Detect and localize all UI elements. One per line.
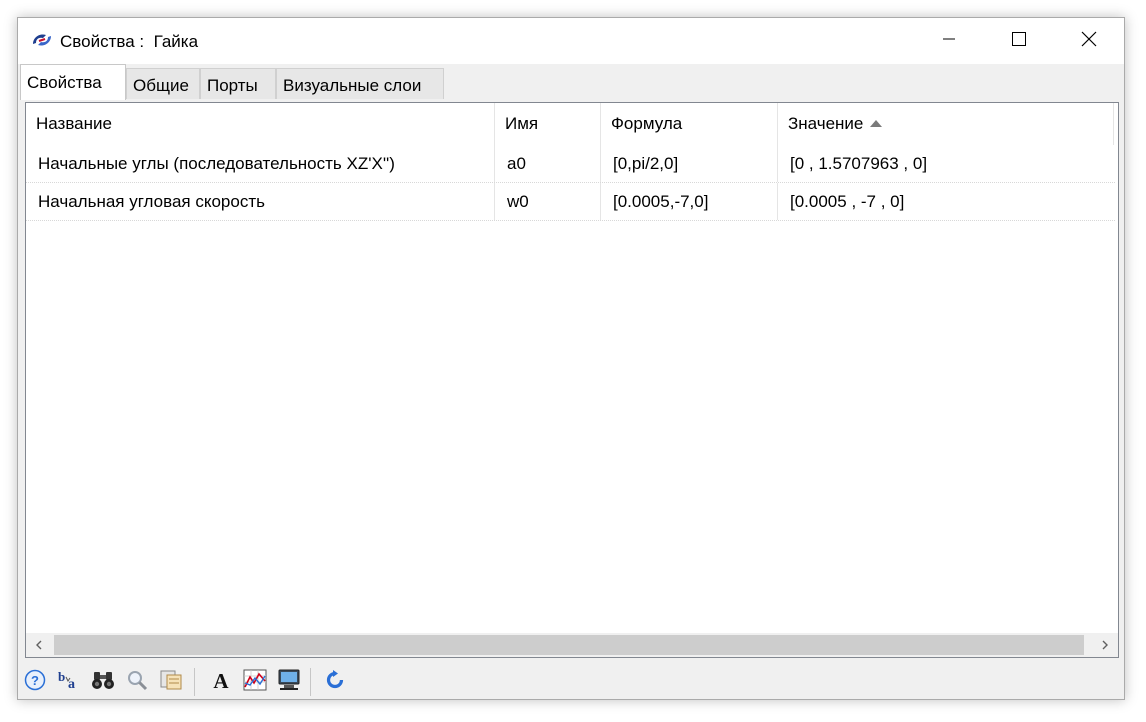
refresh-icon [324, 669, 346, 696]
tab-properties[interactable]: Свойства [20, 64, 126, 100]
cell-formula[interactable]: [0,pi/2,0] [601, 145, 778, 182]
help-icon: ? [24, 669, 46, 696]
rename-icon: ba [57, 669, 81, 696]
tab-label: Порты [207, 76, 258, 95]
scroll-right-button[interactable] [1092, 633, 1118, 657]
magnifier-icon [126, 669, 148, 696]
cell-name: Начальная угловая скорость [26, 183, 495, 220]
window-title: Свойства : Гайка [60, 32, 198, 52]
tab-ports[interactable]: Порты [200, 68, 276, 99]
chevron-right-icon [1100, 635, 1110, 655]
tab-general[interactable]: Общие [126, 68, 200, 99]
tab-label: Визуальные слои [283, 76, 422, 95]
settings-icon [159, 669, 183, 696]
chevron-left-icon [34, 635, 44, 655]
window-title-object: Гайка [153, 32, 199, 51]
minimize-icon [941, 31, 957, 52]
cell-value: [0 , 1.5707963 , 0] [790, 154, 928, 173]
monitor-button[interactable] [276, 669, 302, 695]
cell-name: Начальные углы (последовательность XZ'X'… [26, 145, 495, 182]
column-header-label: Название [36, 114, 112, 133]
column-header-value[interactable]: Значение [778, 103, 1114, 145]
table-row[interactable]: Начальная угловая скорость w0 [0.0005,-7… [26, 183, 1115, 221]
sort-ascending-icon [869, 103, 883, 144]
tab-label: Общие [133, 76, 189, 95]
scrollbar-thumb[interactable] [54, 635, 1084, 655]
close-icon [1081, 31, 1097, 52]
properties-table: Название Имя Формула Значение Начальные … [25, 102, 1119, 658]
column-header-id[interactable]: Имя [495, 103, 601, 145]
horizontal-scrollbar[interactable] [26, 633, 1118, 657]
column-header-label: Значение [788, 114, 864, 133]
column-header-label: Имя [505, 114, 539, 133]
font-icon: A [210, 669, 232, 696]
svg-text:A: A [213, 669, 229, 691]
find-button[interactable] [90, 669, 116, 695]
tab-bar: Свойства Общие Порты Визуальные слои [18, 64, 1124, 100]
font-button[interactable]: A [208, 669, 234, 695]
title-bar[interactable]: Свойства : Гайка [18, 18, 1124, 64]
cell-id: w0 [495, 183, 601, 220]
rename-button[interactable]: ba [56, 669, 82, 695]
column-header-label: Формула [611, 114, 683, 133]
maximize-button[interactable] [984, 18, 1054, 64]
tab-label: Свойства [27, 73, 102, 92]
binoculars-icon [91, 669, 115, 696]
toolbar-separator [194, 668, 195, 696]
refresh-button[interactable] [322, 669, 348, 695]
close-button[interactable] [1054, 18, 1124, 64]
zoom-button[interactable] [124, 669, 150, 695]
cell-formula[interactable]: [0.0005,-7,0] [601, 183, 778, 220]
monitor-icon [277, 669, 301, 696]
maximize-icon [1011, 31, 1027, 52]
properties-window: Свойства : Гайка Свойства Общие Порты Ви… [17, 17, 1125, 700]
cell-id: a0 [495, 145, 601, 182]
cell-value: [0.0005 , -7 , 0] [790, 192, 905, 211]
minimize-button[interactable] [914, 18, 984, 64]
chart-icon [243, 669, 267, 696]
chart-button[interactable] [242, 669, 268, 695]
table-row[interactable]: Начальные углы (последовательность XZ'X'… [26, 145, 1115, 183]
svg-text:b: b [58, 669, 65, 684]
window-title-prefix: Свойства : [60, 32, 145, 51]
settings-button[interactable] [158, 669, 184, 695]
help-button[interactable]: ? [22, 669, 48, 695]
app-logo-icon [30, 29, 54, 51]
column-header-formula[interactable]: Формула [601, 103, 778, 145]
svg-text:?: ? [31, 673, 39, 688]
column-header-name[interactable]: Название [26, 103, 495, 145]
bottom-toolbar: ? ba A [18, 664, 1124, 700]
table-header: Название Имя Формула Значение [26, 103, 1118, 145]
scroll-left-button[interactable] [26, 633, 52, 657]
toolbar-separator [310, 668, 311, 696]
tab-visual-layers[interactable]: Визуальные слои [276, 68, 444, 99]
